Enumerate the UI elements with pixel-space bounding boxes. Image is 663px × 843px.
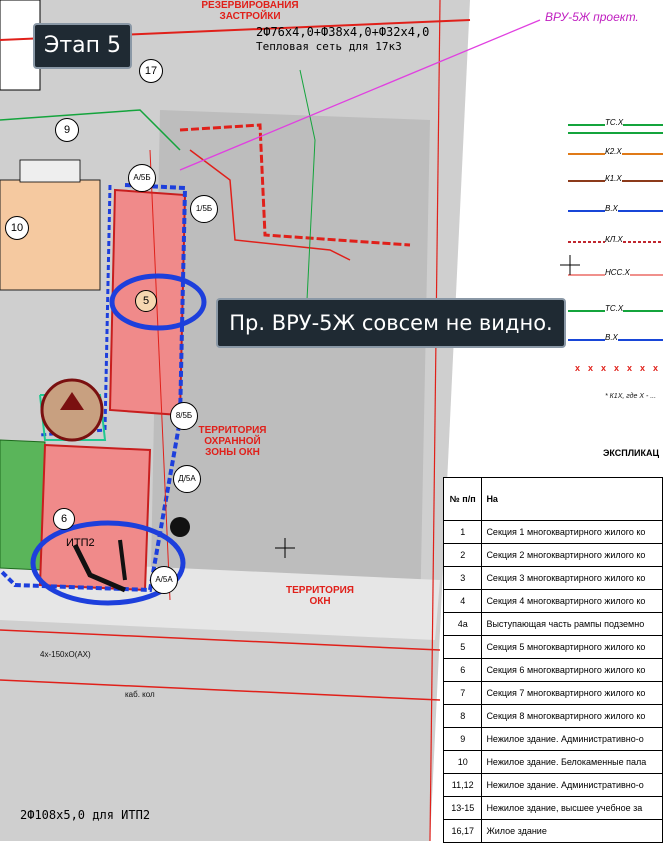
table-row: 9 Нежилое здание. Административно-о bbox=[442, 727, 663, 751]
table-row: 3 Секция 3 многоквартирного жилого ко bbox=[442, 566, 663, 590]
row-num: 16,17 bbox=[442, 819, 483, 843]
marker-17: 17 bbox=[139, 59, 163, 83]
table-row: 13-15 Нежилое здание, высшее учебное за bbox=[442, 796, 663, 820]
zone-okn-protected-label: ТЕРРИТОРИЯ ОХРАННОЙ ЗОНЫ ОКН bbox=[198, 425, 267, 458]
cable-label: 4x-150xO(AX) bbox=[40, 650, 91, 659]
marker-a-5b: А/5Б bbox=[128, 164, 156, 192]
svg-text:x: x bbox=[614, 363, 619, 373]
table-header-row: № п/п На bbox=[442, 477, 663, 521]
table-row: 6 Секция 6 многоквартирного жилого ко bbox=[442, 658, 663, 682]
legend-code-5: КЛ.Х bbox=[605, 235, 623, 244]
row-num: 10 bbox=[442, 750, 483, 774]
row-name: Секция 8 многоквартирного жилого ко bbox=[481, 704, 663, 728]
row-name: Секция 5 многоквартирного жилого ко bbox=[481, 635, 663, 659]
legend-x-row: xxxxxxx bbox=[575, 363, 658, 373]
row-num: 4 bbox=[442, 589, 483, 613]
svg-text:x: x bbox=[601, 363, 606, 373]
zone-okn-label: ТЕРРИТОРИЯ ОКН bbox=[286, 585, 354, 607]
table-row: 5 Секция 5 многоквартирного жилого ко bbox=[442, 635, 663, 659]
explication-title: ЭКСПЛИКАЦ bbox=[603, 448, 660, 458]
row-name: Выступающая часть рампы подземно bbox=[481, 612, 663, 636]
marker-8-5b: 8/5Б bbox=[170, 402, 198, 430]
legend-code-2: К2.Х bbox=[605, 147, 622, 156]
row-num: 13-15 bbox=[442, 796, 483, 820]
row-num: 6 bbox=[442, 658, 483, 682]
marker-d-5a: Д/5А bbox=[173, 465, 201, 493]
table-row: 4 Секция 4 многоквартирного жилого ко bbox=[442, 589, 663, 613]
legend-code-4: В.Х bbox=[605, 204, 618, 213]
header-num: № п/п bbox=[442, 477, 483, 521]
svg-text:x: x bbox=[627, 363, 632, 373]
road-area bbox=[150, 110, 430, 620]
pipe-itp2-label: 2Ф108x5,0 для ИТП2 bbox=[20, 808, 151, 822]
marker-5: 5 bbox=[135, 290, 157, 312]
svg-text:x: x bbox=[640, 363, 645, 373]
svg-text:x: x bbox=[653, 363, 658, 373]
itp2-label: ИТП2 bbox=[66, 537, 95, 549]
row-num: 8 bbox=[442, 704, 483, 728]
table-row: 4а Выступающая часть рампы подземно bbox=[442, 612, 663, 636]
kab-label: каб. кол bbox=[125, 690, 155, 699]
building-hatch bbox=[19, 159, 81, 183]
table-row: 8 Секция 8 многоквартирного жилого ко bbox=[442, 704, 663, 728]
row-name: Секция 4 многоквартирного жилого ко bbox=[481, 589, 663, 613]
black-dot bbox=[170, 517, 190, 537]
marker-10: 10 bbox=[5, 216, 29, 240]
heat-net-caption: Тепловая сеть для 17к3 bbox=[256, 40, 402, 53]
row-name: Нежилое здание, высшее учебное за bbox=[481, 796, 663, 820]
row-num: 11,12 bbox=[442, 773, 483, 797]
row-name: Секция 7 многоквартирного жилого ко bbox=[481, 681, 663, 705]
zone-top-label: РЕЗЕРВИРОВАНИЯ ЗАСТРОЙКИ bbox=[201, 0, 299, 22]
svg-text:x: x bbox=[575, 363, 580, 373]
legend-code-6: НСС.Х bbox=[605, 268, 630, 277]
vru-project-label: ВРУ-5Ж проект. bbox=[545, 10, 639, 24]
table-row: 7 Секция 7 многоквартирного жилого ко bbox=[442, 681, 663, 705]
table-row: 2 Секция 2 многоквартирного жилого ко bbox=[442, 543, 663, 567]
legend-code-1: ТС.Х bbox=[605, 118, 624, 127]
table-row: 11,12 Нежилое здание. Административно-о bbox=[442, 773, 663, 797]
legend-code-3: К1.Х bbox=[605, 174, 622, 183]
header-name: На bbox=[481, 477, 663, 521]
row-num: 3 bbox=[442, 566, 483, 590]
marker-9: 9 bbox=[55, 118, 79, 142]
row-name: Секция 6 многоквартирного жилого ко bbox=[481, 658, 663, 682]
table-row: 1 Секция 1 многоквартирного жилого ко bbox=[442, 520, 663, 544]
marker-a-5a: А/5А bbox=[150, 566, 178, 594]
svg-text:x: x bbox=[588, 363, 593, 373]
table-row: 16,17 Жилое здание bbox=[442, 819, 663, 843]
stage-label: Этап 5 bbox=[33, 23, 132, 69]
heat-net-label: 2Ф76x4,0+Ф38x4,0+Ф32x4,0 bbox=[256, 25, 430, 39]
row-name: Секция 1 многоквартирного жилого ко bbox=[481, 520, 663, 544]
table-row: 10 Нежилое здание. Белокаменные пала bbox=[442, 750, 663, 774]
row-name: Нежилое здание. Административно-о bbox=[481, 773, 663, 797]
row-name: Секция 3 многоквартирного жилого ко bbox=[481, 566, 663, 590]
row-name: Секция 2 многоквартирного жилого ко bbox=[481, 543, 663, 567]
row-name: Жилое здание bbox=[481, 819, 663, 843]
row-num: 9 bbox=[442, 727, 483, 751]
legend-note: * К1Х, где Х - ... bbox=[605, 393, 657, 400]
row-num: 7 bbox=[442, 681, 483, 705]
row-num: 5 bbox=[442, 635, 483, 659]
marker-6: 6 bbox=[53, 508, 75, 530]
row-num: 2 bbox=[442, 543, 483, 567]
row-name: Нежилое здание. Белокаменные пала bbox=[481, 750, 663, 774]
legend-code-7: ТС.Х bbox=[605, 304, 624, 313]
explication-table: № п/п На 1 Секция 1 многоквартирного жило… bbox=[442, 477, 663, 843]
note-label: Пр. ВРУ-5Ж совсем не видно. bbox=[216, 298, 566, 348]
row-num: 1 bbox=[442, 520, 483, 544]
row-name: Нежилое здание. Административно-о bbox=[481, 727, 663, 751]
row-num: 4а bbox=[442, 612, 483, 636]
legend-code-8: В.Х bbox=[605, 333, 618, 342]
marker-1-5b: 1/5Б bbox=[190, 195, 218, 223]
